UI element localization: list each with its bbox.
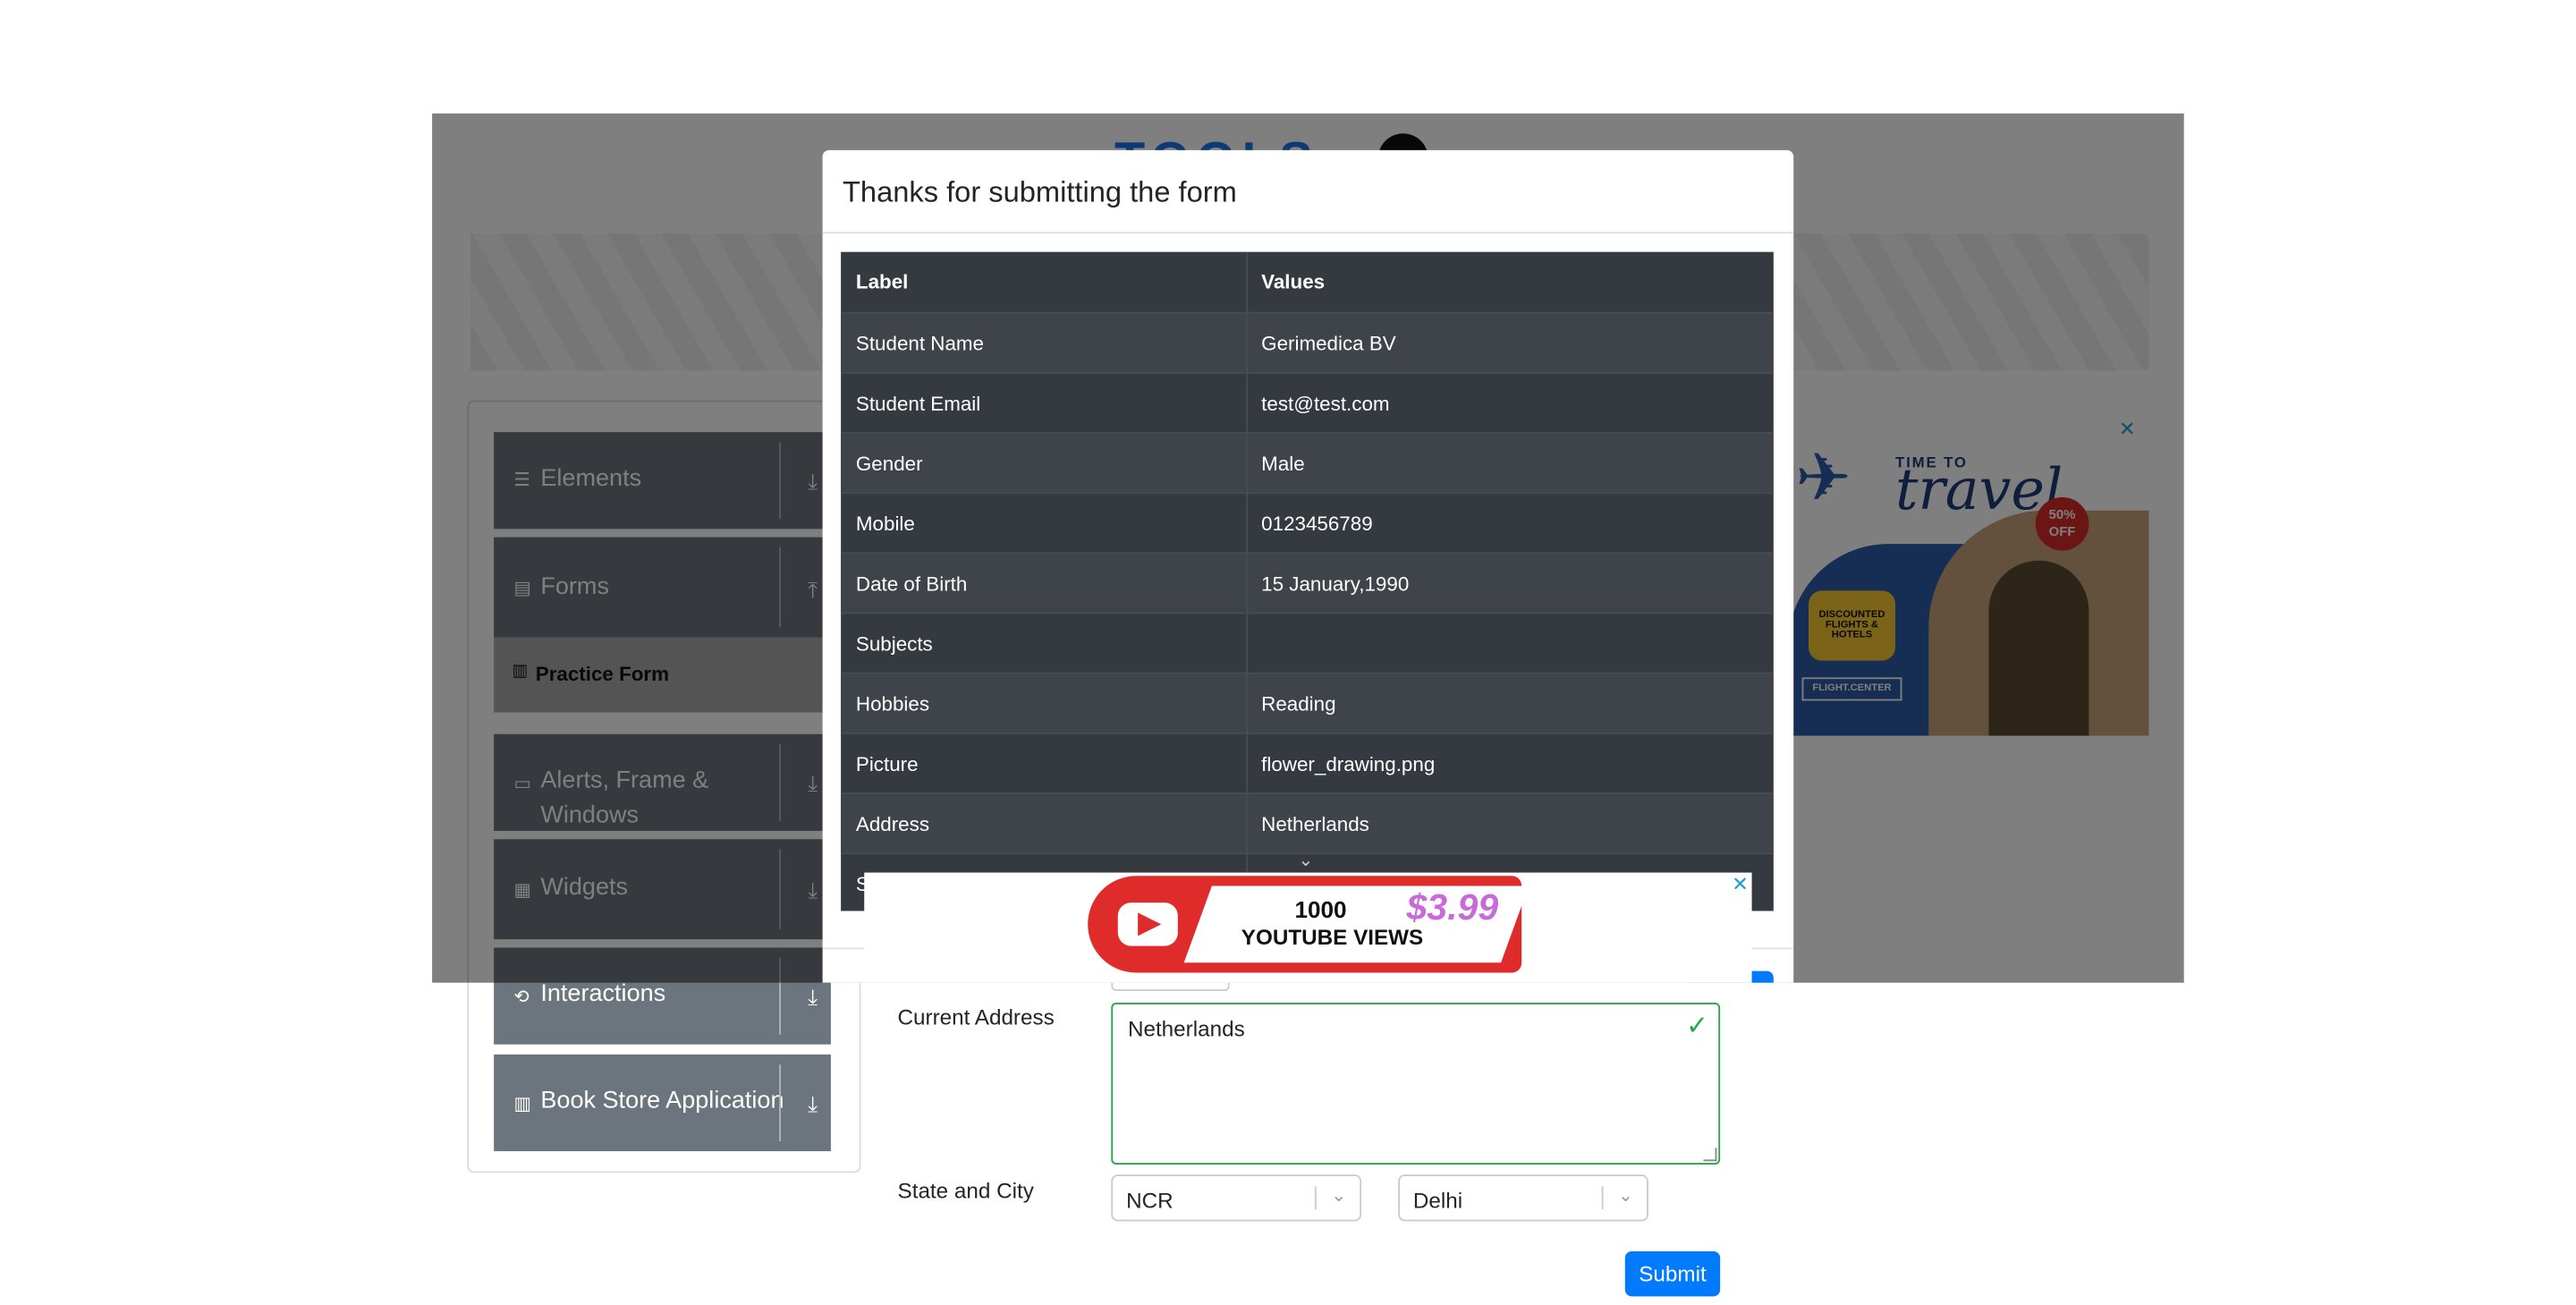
close-icon[interactable]: ✕ bbox=[1732, 873, 1749, 896]
state-select[interactable]: NCR ⌄ bbox=[1111, 1174, 1362, 1222]
row-label: Picture bbox=[855, 752, 919, 776]
row-label: Hobbies bbox=[855, 692, 930, 716]
divider bbox=[779, 1064, 781, 1141]
header-label: Label bbox=[855, 270, 909, 294]
row-label: Address bbox=[855, 812, 930, 836]
table-row: Date of Birth 15 January,1990 bbox=[841, 552, 1774, 613]
row-label: Gender bbox=[855, 452, 923, 476]
submit-button[interactable]: Submit bbox=[1624, 1250, 1721, 1297]
stage: TOOLS ☰ Elements ⤓ ▤ Forms ⤒ ▥ Practice … bbox=[0, 0, 2576, 1305]
city-value: Delhi bbox=[1412, 1188, 1463, 1214]
header-values: Values bbox=[1261, 270, 1326, 294]
row-value: 0123456789 bbox=[1261, 512, 1373, 536]
current-address-label: Current Address bbox=[897, 1004, 1055, 1030]
modal-title: Thanks for submitting the form bbox=[842, 174, 1237, 209]
row-value: Male bbox=[1261, 452, 1305, 476]
download-icon[interactable]: ⤓ bbox=[808, 1091, 818, 1118]
row-label: Subjects bbox=[855, 631, 933, 657]
sidebar-group-label: Book Store Application bbox=[540, 1088, 784, 1115]
sidebar-group-label: Interactions bbox=[540, 980, 666, 1008]
table-row: Gender Male bbox=[841, 432, 1774, 493]
row-label: Date of Birth bbox=[855, 572, 968, 596]
current-address-value: Netherlands bbox=[1127, 1015, 1245, 1041]
select-separator bbox=[1601, 1186, 1604, 1210]
check-icon: ✓ bbox=[1686, 1013, 1709, 1041]
sidebar-group-book-store[interactable]: ▥ Book Store Application ⤓ bbox=[494, 1054, 831, 1152]
chevron-down-icon: ⌄ bbox=[1298, 851, 1314, 871]
state-city-label: State and City bbox=[897, 1177, 1034, 1203]
ad-line1: 1000 bbox=[1294, 895, 1347, 923]
ad-price: $3.99 bbox=[1406, 886, 1499, 928]
table-row: Picture flower_drawing.png bbox=[841, 732, 1774, 792]
row-label: Mobile bbox=[855, 512, 915, 536]
row-label: Student Name bbox=[855, 332, 985, 356]
chevron-down-icon: ⌄ bbox=[1617, 1186, 1634, 1207]
youtube-views-ad[interactable]: 1000 YOUTUBE VIEWS $3.99 ✕ bbox=[864, 872, 1752, 983]
row-value: 15 January,1990 bbox=[1261, 572, 1410, 596]
books-icon: ▥ bbox=[513, 1094, 531, 1115]
chevron-down-icon: ⌄ bbox=[1331, 1186, 1347, 1207]
app-root: TOOLS ☰ Elements ⤓ ▤ Forms ⤒ ▥ Practice … bbox=[0, 0, 2576, 1297]
resize-handle-icon[interactable] bbox=[1703, 1148, 1717, 1162]
results-table: Label Values Student Name Gerimedica BV … bbox=[841, 251, 1774, 911]
current-address-textarea[interactable]: Netherlands ✓ bbox=[1111, 1003, 1721, 1165]
modal-divider bbox=[822, 232, 1794, 234]
interactions-icon: ⟲ bbox=[513, 987, 530, 1008]
row-value: Reading bbox=[1261, 692, 1336, 716]
table-header-row: Label Values bbox=[841, 252, 1774, 312]
ad-line2: YOUTUBE VIEWS bbox=[1241, 924, 1424, 950]
download-icon[interactable]: ⤓ bbox=[808, 985, 818, 1012]
row-value: Netherlands bbox=[1261, 812, 1369, 836]
column-divider bbox=[1246, 251, 1249, 911]
state-value: NCR bbox=[1126, 1188, 1174, 1214]
select-separator bbox=[1314, 1186, 1317, 1210]
table-row: Mobile 0123456789 bbox=[841, 492, 1774, 552]
row-value: Gerimedica BV bbox=[1261, 332, 1396, 356]
row-label: Student Email bbox=[855, 392, 981, 416]
play-triangle-icon bbox=[1138, 912, 1162, 936]
table-row: Hobbies Reading bbox=[841, 672, 1774, 733]
table-row: Address Netherlands bbox=[841, 792, 1774, 853]
table-row: Subjects bbox=[841, 612, 1774, 673]
row-value: flower_drawing.png bbox=[1261, 752, 1436, 776]
table-row: Student Name Gerimedica BV bbox=[841, 311, 1774, 372]
row-value: test@test.com bbox=[1261, 392, 1390, 416]
city-select[interactable]: Delhi ⌄ bbox=[1398, 1174, 1648, 1222]
table-row: Student Email test@test.com bbox=[841, 371, 1774, 432]
